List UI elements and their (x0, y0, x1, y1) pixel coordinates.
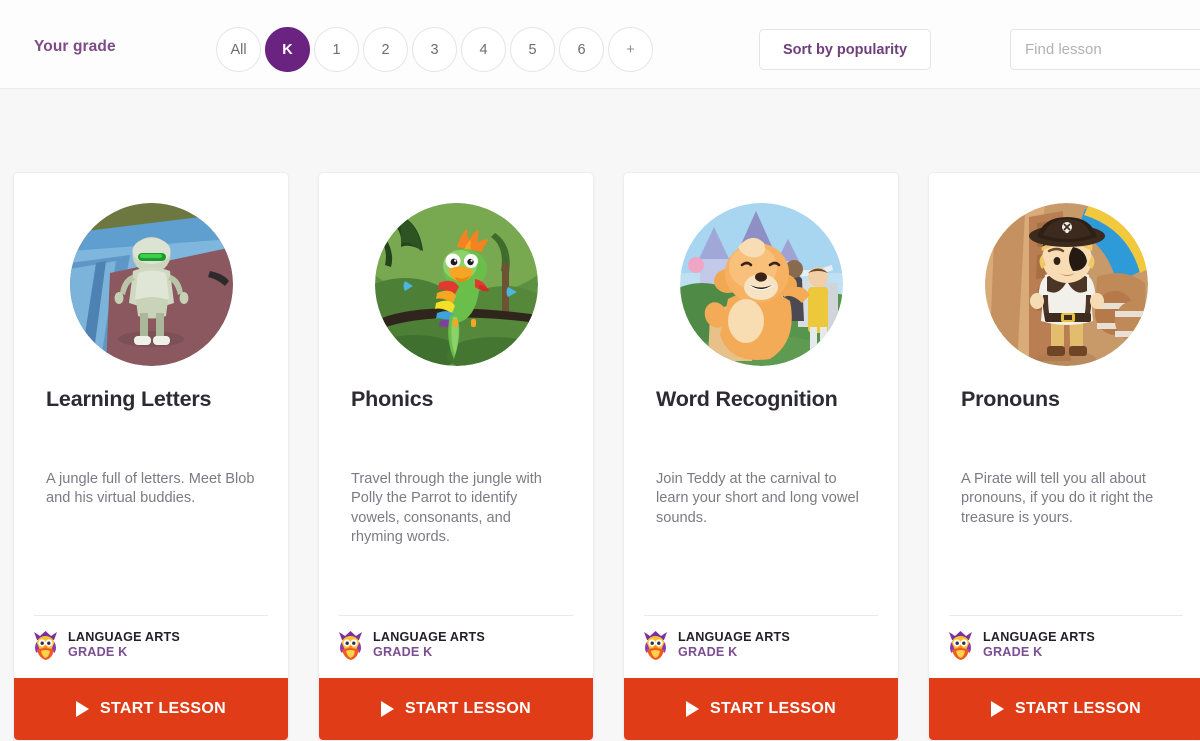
lesson-description: Join Teddy at the carnival to learn your… (656, 470, 859, 526)
lesson-title: Phonics (351, 387, 434, 411)
owl-mascot-icon (339, 630, 362, 660)
play-icon (76, 701, 89, 717)
footer-divider (34, 614, 268, 616)
start-lesson-label: START LESSON (405, 700, 531, 717)
subject-row: LANGUAGE ARTS GRADE K (337, 630, 575, 678)
subject-row: LANGUAGE ARTS GRADE K (642, 630, 880, 678)
subject-row: LANGUAGE ARTS GRADE K (947, 630, 1185, 678)
lesson-title: Pronouns (961, 387, 1060, 411)
grade-pill-5[interactable]: 5 (510, 27, 555, 72)
lesson-card-footer: LANGUAGE ARTS GRADE K (624, 614, 898, 678)
footer-divider (949, 614, 1183, 616)
grade-pill-4[interactable]: 4 (461, 27, 506, 72)
lesson-card[interactable]: Learning Letters A jungle full of letter… (13, 172, 289, 741)
start-lesson-label: START LESSON (1015, 700, 1141, 717)
lesson-card[interactable]: Pronouns A Pirate will tell you all abou… (928, 172, 1200, 741)
lesson-card-footer: LANGUAGE ARTS GRADE K (14, 614, 288, 678)
grade-pill-3[interactable]: 3 (412, 27, 457, 72)
lesson-thumbnail-wrap (929, 173, 1200, 387)
lesson-description: A jungle full of letters. Meet Blob and … (46, 470, 255, 507)
subject-grade: GRADE K (678, 645, 738, 660)
subject-name: LANGUAGE ARTS (678, 629, 790, 644)
start-lesson-button[interactable]: START LESSON (14, 678, 288, 740)
lesson-card-footer: LANGUAGE ARTS GRADE K (319, 614, 593, 678)
lesson-thumbnail-wrap (319, 173, 593, 387)
lesson-card[interactable]: Word Recognition Join Teddy at the carni… (623, 172, 899, 741)
subject-name: LANGUAGE ARTS (983, 629, 1095, 644)
subject-grade: GRADE K (68, 645, 128, 660)
subject-row: LANGUAGE ARTS GRADE K (32, 630, 270, 678)
lesson-description: Travel through the jungle with Polly the… (351, 470, 542, 546)
lesson-description: A Pirate will tell you all about pronoun… (961, 470, 1154, 526)
your-grade-label: Your grade (34, 38, 116, 55)
grade-pill-6[interactable]: 6 (559, 27, 604, 72)
owl-mascot-icon (644, 630, 667, 660)
subject-grade: GRADE K (373, 645, 433, 660)
footer-divider (339, 614, 573, 616)
grade-filter-group: All K 1 2 3 4 5 6 + (216, 27, 653, 72)
subject-name: LANGUAGE ARTS (373, 629, 485, 644)
play-icon (381, 701, 394, 717)
start-lesson-label: START LESSON (100, 700, 226, 717)
grade-pill-k[interactable]: K (265, 27, 310, 72)
lesson-thumbnail-wrap (14, 173, 288, 387)
start-lesson-button[interactable]: START LESSON (929, 678, 1200, 740)
start-lesson-label: START LESSON (710, 700, 836, 717)
lesson-card[interactable]: Phonics Travel through the jungle with P… (318, 172, 594, 741)
lesson-title: Learning Letters (46, 387, 212, 411)
start-lesson-button[interactable]: START LESSON (624, 678, 898, 740)
search-input[interactable] (1011, 30, 1200, 69)
play-icon (991, 701, 1004, 717)
subject-grade: GRADE K (983, 645, 1043, 660)
find-lesson-search[interactable] (1010, 29, 1200, 70)
lesson-thumbnail-wrap (624, 173, 898, 387)
footer-divider (644, 614, 878, 616)
grade-pill-+[interactable]: + (608, 27, 653, 72)
grade-pill-2[interactable]: 2 (363, 27, 408, 72)
lesson-title: Word Recognition (656, 387, 838, 411)
owl-mascot-icon (34, 630, 57, 660)
filter-toolbar: Your grade All K 1 2 3 4 5 6 + Sort by popularit… (0, 0, 1200, 89)
blob-robot-thumbnail (69, 202, 233, 366)
teddy-bear-carnival-thumbnail (679, 202, 843, 366)
grade-pill-all[interactable]: All (216, 27, 261, 72)
start-lesson-button[interactable]: START LESSON (319, 678, 593, 740)
pirate-boy-thumbnail (984, 202, 1148, 366)
play-icon (686, 701, 699, 717)
owl-mascot-icon (949, 630, 972, 660)
sort-by-popularity-button[interactable]: Sort by popularity (759, 29, 931, 70)
subject-name: LANGUAGE ARTS (68, 629, 180, 644)
lesson-card-footer: LANGUAGE ARTS GRADE K (929, 614, 1200, 678)
lesson-card-grid: Learning Letters A jungle full of letter… (13, 172, 1200, 741)
grade-pill-1[interactable]: 1 (314, 27, 359, 72)
parrot-jungle-thumbnail (374, 202, 538, 366)
